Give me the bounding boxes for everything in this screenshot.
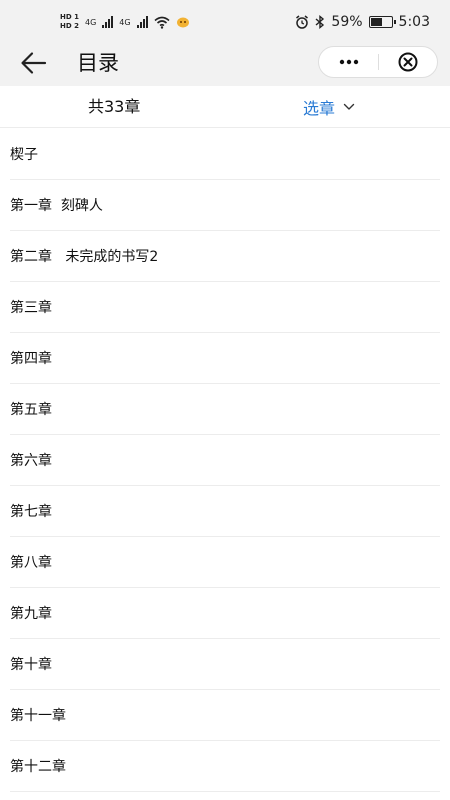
clock: 5:03 — [398, 14, 430, 30]
select-chapter-button[interactable]: 选章 — [303, 96, 355, 118]
chapter-title: 第十一章 — [10, 708, 66, 724]
chapter-title: 第九章 — [10, 606, 52, 622]
chapter-summary-bar: 共33章 选章 — [0, 86, 450, 128]
chapter-item[interactable]: 第十一章 — [10, 690, 440, 741]
chevron-down-icon — [343, 103, 355, 110]
chapter-title: 楔子 — [10, 147, 38, 163]
status-left: HD 1 HD 2 4G 4G — [60, 11, 190, 33]
status-bar: HD 1 HD 2 4G 4G 59% 5:03 — [0, 0, 450, 40]
close-button[interactable] — [379, 47, 437, 77]
page-title: 目录 — [77, 51, 119, 75]
chapter-title: 第八章 — [10, 555, 52, 571]
chapter-item[interactable]: 第十二章 — [10, 741, 440, 792]
more-button[interactable] — [319, 47, 378, 77]
select-chapter-label: 选章 — [303, 99, 336, 118]
chapter-title: 第五章 — [10, 402, 52, 418]
more-dots-icon — [339, 59, 358, 65]
chapter-count: 共33章 — [88, 97, 141, 116]
chapter-list: 楔子第一章 刻碑人第二章 未完成的书写2 第三章第四章第五章第六章第七章第八章第九… — [0, 129, 450, 792]
network-label-1: 4G — [84, 17, 97, 27]
battery-percent: 59% — [331, 14, 363, 30]
chapter-item[interactable]: 楔子 — [10, 129, 440, 180]
chapter-title: 第七章 — [10, 504, 52, 520]
nav-bar: 目录 — [0, 40, 450, 86]
chapter-title: 第二章 未完成的书写2 — [10, 249, 159, 265]
chapter-item[interactable]: 第一章 刻碑人 — [10, 180, 440, 231]
chapter-item[interactable]: 第三章 — [10, 282, 440, 333]
alarm-icon — [296, 15, 309, 29]
chapter-item[interactable]: 第七章 — [10, 486, 440, 537]
back-button[interactable] — [18, 49, 50, 77]
chapter-item[interactable]: 第十章 — [10, 639, 440, 690]
chapter-item[interactable]: 第六章 — [10, 435, 440, 486]
chapter-item[interactable]: 第四章 — [10, 333, 440, 384]
chapter-title: 第六章 — [10, 453, 52, 469]
battery-icon — [368, 16, 396, 28]
network-label-2: 4G — [119, 17, 131, 27]
chapter-item[interactable]: 第五章 — [10, 384, 440, 435]
hd2-label: HD 2 — [60, 22, 79, 30]
signal-icon — [102, 16, 114, 28]
battery-fill — [370, 18, 382, 26]
back-arrow-icon — [21, 52, 47, 74]
hd1-label: HD 1 — [60, 13, 79, 21]
chapter-item[interactable]: 第八章 — [10, 537, 440, 588]
chapter-title: 第十章 — [10, 657, 52, 673]
app-notification-icon — [176, 17, 189, 28]
chapter-item[interactable]: 第二章 未完成的书写2 — [10, 231, 440, 282]
chapter-title: 第十二章 — [10, 759, 66, 775]
chapter-title: 第四章 — [10, 351, 52, 367]
signal-icon-2 — [136, 16, 148, 28]
chapter-title: 第一章 刻碑人 — [10, 198, 103, 214]
bluetooth-icon — [315, 15, 325, 29]
close-circle-icon — [398, 52, 418, 72]
chapter-item[interactable]: 第九章 — [10, 588, 440, 639]
chapter-title: 第三章 — [10, 300, 52, 316]
mini-program-capsule — [318, 46, 438, 78]
wifi-icon — [154, 16, 170, 29]
hd-indicators: HD 1 HD 2 — [60, 13, 79, 31]
status-right: 59% 5:03 — [295, 12, 430, 32]
